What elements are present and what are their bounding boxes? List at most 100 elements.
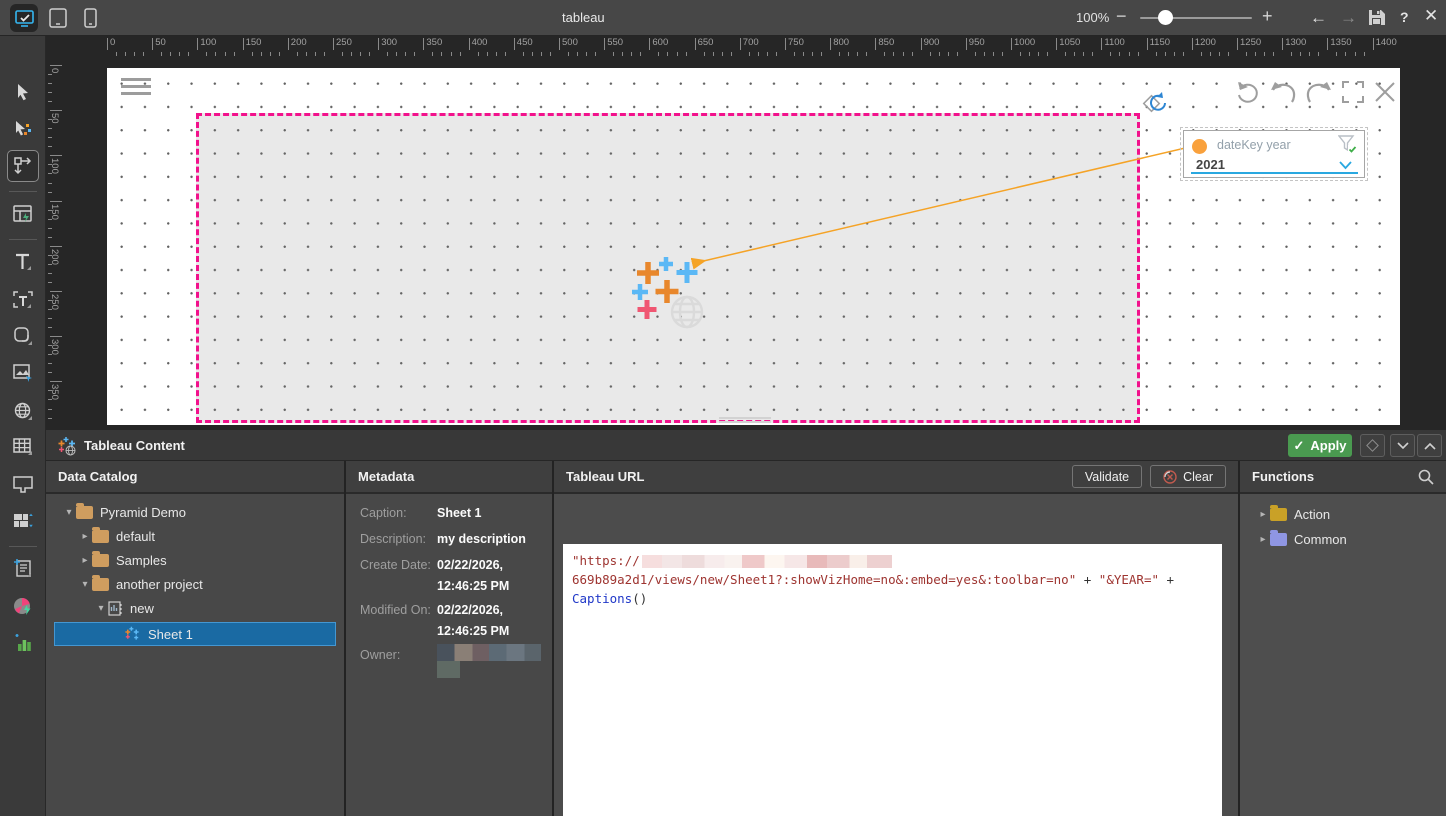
phone-view-icon[interactable]	[76, 4, 104, 32]
ruler-tick-label: 0	[110, 37, 115, 48]
tableau-sheet-icon	[125, 626, 141, 642]
search-icon[interactable]	[1418, 469, 1434, 485]
ruler-tick-label: 1000	[1014, 37, 1035, 48]
chevron-down-icon[interactable]	[1339, 161, 1352, 170]
tree-item-new[interactable]: ▾ new	[94, 596, 154, 620]
ruler-tick-label: 150	[246, 37, 262, 48]
code-string: "&YEAR="	[1099, 572, 1159, 587]
caret-icon[interactable]: ▾	[78, 579, 92, 590]
panel-title: Data Catalog	[58, 469, 332, 484]
canvas-resize-handle[interactable]	[719, 417, 771, 425]
ruler-tick-label: 1050	[1059, 37, 1080, 48]
collapse-up-button[interactable]	[1417, 434, 1442, 457]
meta-value-modified-date: 02/22/2026,	[437, 603, 503, 617]
undo-icon[interactable]	[1269, 80, 1297, 104]
meta-value-create-date: 02/22/2026,	[437, 558, 503, 572]
grid-bolt-tool[interactable]	[13, 204, 33, 224]
select-cursor-tool[interactable]	[13, 82, 33, 102]
data-catalog-header: Data Catalog	[46, 461, 344, 494]
form-tool[interactable]	[13, 558, 33, 578]
canvas-menu-icon[interactable]	[121, 78, 151, 99]
tree-label: Common	[1294, 532, 1347, 547]
diamond-button[interactable]	[1360, 434, 1385, 457]
meta-value-caption: Sheet 1	[437, 506, 481, 520]
ruler-tick-label: 100	[49, 158, 60, 174]
caret-icon[interactable]: ▸	[78, 531, 92, 542]
collapse-down-button[interactable]	[1390, 434, 1415, 457]
validate-label: Validate	[1085, 470, 1129, 484]
layout-blocks-tool[interactable]	[13, 511, 33, 531]
function-group-action[interactable]: ▸ Action	[1256, 502, 1330, 526]
text-tool[interactable]	[13, 252, 33, 272]
panel-title: Metadata	[358, 469, 540, 484]
container-tool[interactable]	[13, 474, 33, 494]
rotate-ccw-icon[interactable]	[1235, 80, 1261, 104]
connector-tool[interactable]	[13, 156, 33, 176]
zoom-slider-knob[interactable]	[1158, 10, 1173, 25]
help-button[interactable]: ?	[1400, 9, 1409, 25]
canvas-viewport[interactable]: 050100150200250300350	[46, 58, 1446, 430]
datekey-filter-widget[interactable]: dateKey year 2021	[1183, 130, 1365, 178]
caret-icon[interactable]: ▸	[1256, 509, 1270, 520]
zoom-slider-track[interactable]	[1140, 17, 1252, 19]
dynamic-text-tool[interactable]	[13, 290, 33, 310]
reset-diamond-icon[interactable]	[1141, 90, 1169, 116]
validate-button[interactable]: Validate	[1072, 465, 1142, 488]
window-close-icon[interactable]: ✕	[1424, 6, 1438, 26]
image-tool[interactable]	[13, 363, 33, 383]
filter-value[interactable]: 2021	[1196, 157, 1225, 172]
tablet-view-icon[interactable]	[44, 4, 72, 32]
design-canvas-page[interactable]: dateKey year 2021	[107, 68, 1400, 425]
folder-icon	[92, 554, 109, 567]
back-arrow-icon[interactable]: ←	[1310, 8, 1327, 28]
pie-chart-tool[interactable]	[13, 596, 33, 616]
tree-item-samples[interactable]: ▸ Samples	[78, 548, 167, 572]
function-group-common[interactable]: ▸ Common	[1256, 527, 1347, 551]
table-tool[interactable]	[13, 437, 33, 457]
apply-button[interactable]: ✓ Apply	[1288, 434, 1352, 457]
tree-item-another-project[interactable]: ▾ another project	[78, 572, 203, 596]
ruler-tick-label: 800	[833, 37, 849, 48]
metadata-panel: Metadata Caption: Sheet 1 Description: m…	[346, 461, 552, 816]
tree-item-sheet1-selected[interactable]: Sheet 1	[54, 622, 336, 646]
expand-icon[interactable]	[1341, 80, 1365, 104]
tableau-url-panel: Tableau URL Validate Clear "https:// 669…	[554, 461, 1238, 816]
ruler-tick-label: 700	[743, 37, 759, 48]
tree-label: another project	[116, 577, 203, 592]
ruler-tick-label: 1150	[1150, 37, 1170, 48]
workbook-chart-icon	[108, 601, 123, 616]
funnel-check-icon[interactable]	[1338, 135, 1358, 154]
zoom-in-button[interactable]: +	[1262, 6, 1273, 27]
smart-select-tool[interactable]	[13, 119, 33, 139]
folder-icon	[76, 506, 93, 519]
ruler-tick-label: 600	[652, 37, 668, 48]
tree-item-pyramid-demo[interactable]: ▾ Pyramid Demo	[62, 500, 186, 524]
save-icon[interactable]	[1368, 9, 1385, 31]
tree-item-default[interactable]: ▸ default	[78, 524, 155, 548]
ruler-tick-label: 150	[49, 204, 60, 220]
canvas-close-icon[interactable]	[1373, 80, 1397, 104]
ruler-tick-label: 1400	[1376, 37, 1397, 48]
caret-icon[interactable]: ▸	[78, 555, 92, 566]
ruler-tick-label: 0	[49, 68, 60, 73]
caret-icon[interactable]: ▾	[62, 507, 76, 518]
clear-button[interactable]: Clear	[1150, 465, 1226, 488]
shape-tool[interactable]	[13, 326, 33, 346]
owner-redacted-value	[437, 661, 460, 678]
ruler-tick-label: 400	[472, 37, 488, 48]
folder-icon	[1270, 508, 1287, 521]
zoom-level: 100%	[1076, 10, 1109, 25]
orange-anchor-dot[interactable]	[1192, 139, 1207, 154]
zoom-out-button[interactable]: −	[1116, 6, 1127, 27]
bar-chart-tool[interactable]	[13, 633, 33, 653]
forward-arrow-icon[interactable]: →	[1340, 8, 1357, 28]
caret-icon[interactable]: ▾	[94, 603, 108, 614]
url-code-editor[interactable]: "https:// 669b89a2d1/views/new/Sheet1?:s…	[563, 544, 1222, 816]
desktop-view-icon[interactable]	[10, 4, 38, 32]
caret-icon[interactable]: ▸	[1256, 534, 1270, 545]
ruler-tick-label: 1100	[1104, 37, 1124, 48]
ruler-tick-label: 50	[155, 37, 166, 48]
redo-icon[interactable]	[1305, 80, 1333, 104]
window-titlebar: tableau 100% − + ← → ? ✕	[0, 0, 1446, 36]
web-tool[interactable]	[13, 401, 33, 421]
